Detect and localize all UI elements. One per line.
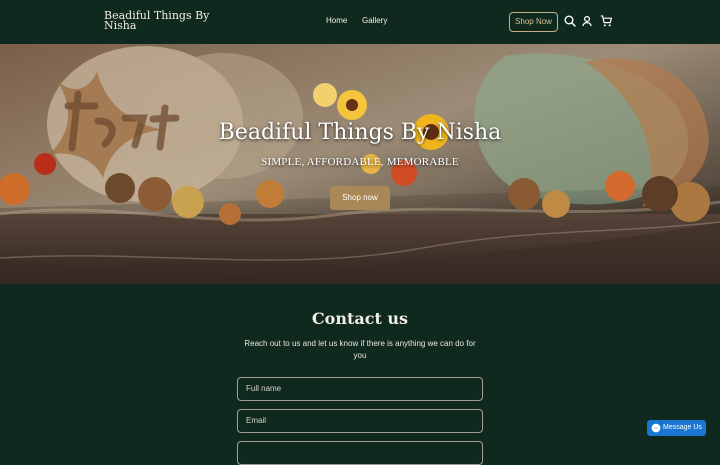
contact-title: Contact us: [311, 309, 409, 328]
full-name-input[interactable]: Full name: [237, 377, 483, 401]
contact-description: Reach out to us and let us know if there…: [244, 339, 476, 360]
email-input[interactable]: Email: [237, 409, 483, 433]
hero-banner: Beadiful Things By Nisha SIMPLE, AFFORDA…: [0, 44, 720, 284]
nav-gallery[interactable]: Gallery: [362, 16, 387, 25]
hero-title: Beadiful Things By Nisha: [218, 120, 502, 145]
nav-home[interactable]: Home: [326, 16, 347, 25]
header-shop-now-button[interactable]: Shop Now: [509, 12, 558, 32]
messenger-label: Message Us: [663, 424, 702, 431]
account-icon[interactable]: [580, 14, 594, 28]
site-logo[interactable]: Beadiful Things By Nisha: [104, 10, 214, 31]
messenger-chat-button[interactable]: Message Us: [647, 420, 706, 436]
site-header: Beadiful Things By Nisha Home Gallery Sh…: [0, 0, 720, 44]
cart-icon[interactable]: [599, 14, 613, 28]
hero-shop-now-button[interactable]: Shop now: [330, 186, 390, 210]
hero-subtitle: SIMPLE, AFFORDABLE, MEMORABLE: [261, 156, 459, 168]
messenger-icon: [651, 423, 661, 433]
contact-message-field[interactable]: [237, 441, 483, 465]
search-icon[interactable]: [563, 14, 577, 28]
contact-section: Contact us Reach out to us and let us kn…: [0, 284, 720, 465]
